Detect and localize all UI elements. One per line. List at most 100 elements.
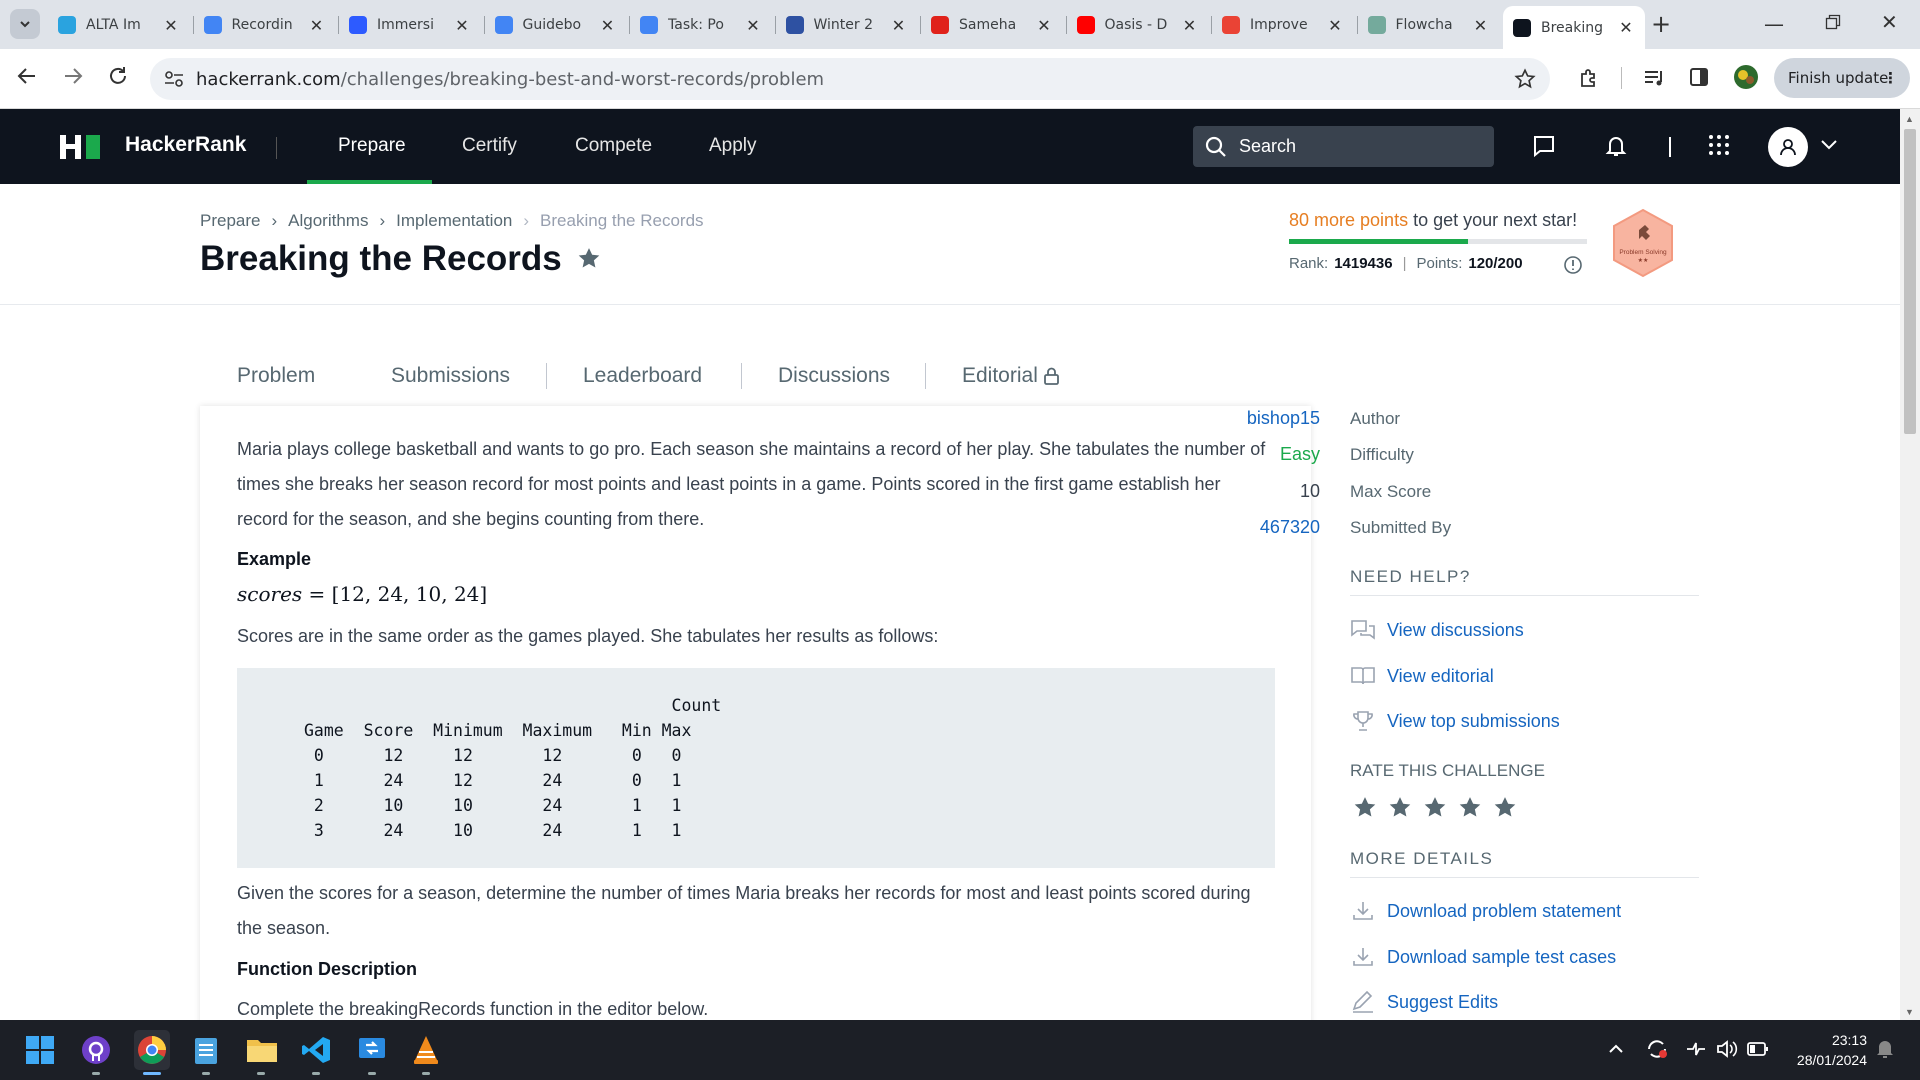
tab-submissions[interactable]: Submissions (391, 364, 510, 388)
search-input[interactable]: Search (1193, 126, 1494, 167)
taskbar-app-vlc[interactable] (409, 1033, 443, 1067)
browser-tab[interactable]: Immersi ✕ (339, 8, 481, 42)
breadcrumb-implementation[interactable]: Implementation (396, 211, 512, 231)
system-clock[interactable]: 23:13 28/01/2024 (1787, 1030, 1867, 1070)
download-problem-statement-link[interactable]: Download problem statement (1350, 900, 1621, 922)
browser-tab[interactable]: ALTA Im ✕ (48, 8, 190, 42)
browser-tab[interactable]: Flowcha ✕ (1358, 8, 1500, 42)
bookmark-star-icon[interactable] (1514, 68, 1536, 90)
tab-editorial[interactable]: Editorial (962, 364, 1060, 388)
breadcrumb-prepare[interactable]: Prepare (200, 211, 260, 231)
nav-apply[interactable]: Apply (709, 135, 757, 157)
address-bar[interactable]: hackerrank.com/challenges/breaking-best-… (150, 58, 1550, 100)
breadcrumb-algorithms[interactable]: Algorithms (288, 211, 368, 231)
apps-button[interactable] (1708, 134, 1730, 156)
new-tab-button[interactable]: + (1651, 10, 1671, 38)
media-controls-button[interactable] (1643, 67, 1665, 89)
problem-solving-badge[interactable]: Problem Solving ★★ (1610, 208, 1676, 278)
close-tab-icon[interactable]: ✕ (1326, 16, 1344, 35)
battery-tray-icon[interactable] (1747, 1041, 1769, 1057)
nav-compete[interactable]: Compete (575, 135, 652, 157)
view-discussions-link[interactable]: View discussions (1350, 619, 1524, 641)
rate-star-4-icon[interactable] (1457, 795, 1483, 821)
browser-tab[interactable]: Guidebo ✕ (485, 8, 627, 42)
page-scrollbar[interactable]: ▲ ▼ (1900, 109, 1920, 1020)
bookmark-button[interactable] (576, 246, 602, 272)
start-button[interactable] (23, 1033, 57, 1067)
browser-tab[interactable]: Winter 2 ✕ (776, 8, 918, 42)
running-indicator (368, 1072, 376, 1075)
side-panel-button[interactable] (1689, 67, 1709, 87)
info-button[interactable] (1563, 255, 1583, 275)
rate-star-5-icon[interactable] (1492, 795, 1518, 821)
close-tab-icon[interactable]: ✕ (890, 16, 908, 35)
taskbar-app-file-explorer[interactable] (245, 1033, 279, 1067)
browser-tab[interactable]: Recordin ✕ (194, 8, 336, 42)
close-tab-icon[interactable]: ✕ (308, 16, 326, 35)
scroll-up-arrow[interactable]: ▲ (1905, 114, 1914, 124)
browser-tab[interactable]: Breaking ✕ (1503, 6, 1645, 49)
profile-avatar[interactable] (1733, 64, 1759, 90)
google-docs-icon (640, 16, 658, 34)
max-score-value: 10 (1299, 481, 1320, 501)
close-tab-icon[interactable]: ✕ (599, 16, 617, 35)
forward-button[interactable] (62, 65, 84, 87)
close-tab-icon[interactable]: ✕ (162, 16, 180, 35)
scroll-down-arrow[interactable]: ▼ (1905, 1007, 1914, 1017)
close-tab-icon[interactable]: ✕ (744, 16, 762, 35)
profile-picture-icon (1734, 65, 1758, 89)
browser-tab[interactable]: Sameha ✕ (921, 8, 1063, 42)
user-menu-button[interactable] (1821, 140, 1837, 150)
tab-discussions[interactable]: Discussions (778, 364, 890, 388)
rate-star-2-icon[interactable] (1387, 795, 1413, 821)
nav-certify[interactable]: Certify (462, 135, 517, 157)
volume-tray-icon[interactable] (1716, 1039, 1738, 1059)
view-editorial-link[interactable]: View editorial (1350, 665, 1494, 687)
view-top-submissions-link[interactable]: View top submissions (1350, 710, 1560, 732)
rate-star-1-icon[interactable] (1352, 795, 1378, 821)
minimize-button[interactable]: — (1764, 12, 1784, 36)
close-tab-icon[interactable]: ✕ (453, 16, 471, 35)
reload-button[interactable] (107, 65, 129, 87)
tab-search-button[interactable] (10, 9, 40, 39)
taskbar-app-remote[interactable] (355, 1033, 389, 1067)
close-tab-icon[interactable]: ✕ (1035, 16, 1053, 35)
restore-button[interactable] (1825, 14, 1841, 30)
tab-problem[interactable]: Problem (237, 364, 315, 388)
back-button[interactable] (16, 65, 38, 87)
hackerrank-logo[interactable] (60, 135, 101, 159)
show-hidden-icons-button[interactable] (1608, 1042, 1624, 1054)
close-tab-icon[interactable]: ✕ (1472, 16, 1490, 35)
suggest-edits-link[interactable]: Suggest Edits (1350, 991, 1498, 1013)
download-sample-test-cases-link[interactable]: Download sample test cases (1350, 946, 1616, 968)
taskbar-app-notepad[interactable] (189, 1033, 223, 1067)
notifications-tray-button[interactable] (1876, 1039, 1894, 1059)
author-link[interactable]: bishop15 (1247, 408, 1320, 429)
close-window-button[interactable]: ✕ (1881, 10, 1898, 34)
extensions-button[interactable] (1578, 67, 1600, 89)
more-details-heading: MORE DETAILS (1350, 849, 1494, 868)
browser-tab[interactable]: Task: Po ✕ (630, 8, 772, 42)
close-tab-icon[interactable]: ✕ (1617, 18, 1635, 37)
sync-tray-icon[interactable] (1645, 1037, 1669, 1061)
site-settings-icon[interactable] (164, 70, 184, 88)
finish-update-button[interactable]: Finish update ⋮ (1774, 58, 1910, 98)
taskbar-app-vscode[interactable] (299, 1033, 333, 1067)
submitted-by-value[interactable]: 467320 (1260, 517, 1320, 538)
scrollbar-thumb[interactable] (1904, 129, 1916, 434)
chevron-down-icon (1821, 140, 1837, 150)
browser-tab-label: ALTA Im (86, 17, 141, 33)
nav-prepare[interactable]: Prepare (338, 135, 406, 157)
network-tray-icon[interactable] (1685, 1039, 1707, 1059)
close-tab-icon[interactable]: ✕ (1181, 16, 1199, 35)
messages-button[interactable] (1532, 134, 1556, 158)
taskbar-app-chrome[interactable] (134, 1030, 170, 1070)
taskbar-app-github[interactable] (79, 1033, 113, 1067)
notifications-button[interactable] (1604, 134, 1628, 158)
browser-tab[interactable]: Improve ✕ (1212, 8, 1354, 42)
user-avatar[interactable] (1768, 127, 1808, 167)
tab-leaderboard[interactable]: Leaderboard (583, 364, 702, 388)
browser-tab[interactable]: Oasis - D ✕ (1067, 8, 1209, 42)
rate-star-3-icon[interactable] (1422, 795, 1448, 821)
brand-name[interactable]: HackerRank (125, 133, 246, 157)
